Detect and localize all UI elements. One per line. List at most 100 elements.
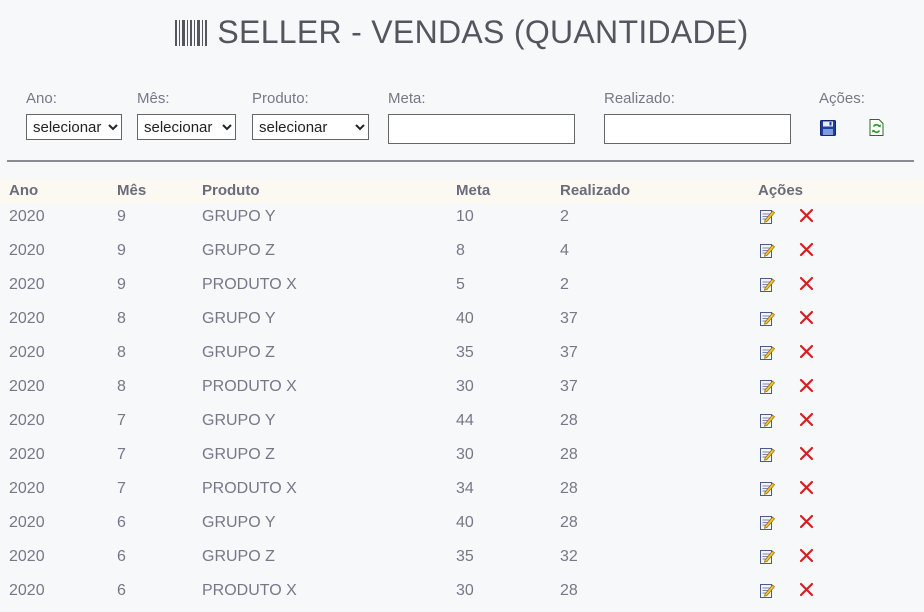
cell-realizado: 28	[560, 412, 578, 429]
cell-meta: 5	[456, 276, 465, 293]
cell-produto: PRODUTO X	[202, 582, 297, 599]
cell-realizado: 37	[560, 310, 578, 327]
cell-ano: 2020	[9, 242, 45, 259]
cell-mes: 6	[117, 548, 126, 565]
delete-icon[interactable]	[799, 548, 814, 568]
delete-icon[interactable]	[799, 310, 814, 330]
refresh-icon[interactable]	[869, 119, 884, 141]
barcode-icon	[175, 17, 208, 54]
table-row: 2020 8 GRUPO Y 40 37	[0, 306, 924, 340]
column-header-meta: Meta	[456, 182, 491, 199]
cell-realizado: 32	[560, 548, 578, 565]
table-header: Ano Mês Produto Meta Realizado Ações	[0, 178, 924, 204]
cell-produto: GRUPO Z	[202, 446, 275, 463]
table-body: 2020 9 GRUPO Y 10 2 2020 9 GRUPO Z 8 4 2…	[0, 204, 924, 612]
table-row: 2020 7 PRODUTO X 34 28	[0, 476, 924, 510]
cell-meta: 44	[456, 412, 474, 429]
edit-icon[interactable]	[759, 582, 775, 603]
edit-icon[interactable]	[759, 446, 775, 467]
edit-icon[interactable]	[759, 514, 775, 535]
cell-mes: 8	[117, 378, 126, 395]
cell-produto: GRUPO Y	[202, 310, 276, 327]
table-row: 2020 7 GRUPO Y 44 28	[0, 408, 924, 442]
cell-mes: 7	[117, 412, 126, 429]
column-header-produto: Produto	[202, 182, 260, 199]
cell-realizado: 28	[560, 514, 578, 531]
delete-icon[interactable]	[799, 242, 814, 262]
cell-realizado: 37	[560, 378, 578, 395]
cell-produto: GRUPO Z	[202, 344, 275, 361]
delete-icon[interactable]	[799, 276, 814, 296]
filter-produto-label: Produto:	[252, 90, 309, 107]
meta-input[interactable]	[388, 114, 575, 144]
cell-realizado: 4	[560, 242, 569, 259]
ano-select[interactable]: selecionar	[26, 114, 122, 140]
edit-icon[interactable]	[759, 548, 775, 569]
edit-icon[interactable]	[759, 480, 775, 501]
cell-produto: PRODUTO X	[202, 378, 297, 395]
edit-icon[interactable]	[759, 378, 775, 399]
cell-realizado: 28	[560, 582, 578, 599]
divider	[7, 160, 914, 162]
cell-produto: GRUPO Z	[202, 548, 275, 565]
edit-icon[interactable]	[759, 344, 775, 365]
page-title: SELLER - VENDAS (QUANTIDADE)	[0, 14, 924, 54]
cell-meta: 8	[456, 242, 465, 259]
cell-ano: 2020	[9, 582, 45, 599]
edit-icon[interactable]	[759, 208, 775, 229]
table-row: 2020 6 GRUPO Y 40 28	[0, 510, 924, 544]
cell-realizado: 2	[560, 208, 569, 225]
page-title-text: SELLER - VENDAS (QUANTIDADE)	[217, 14, 749, 50]
cell-realizado: 28	[560, 480, 578, 497]
delete-icon[interactable]	[799, 480, 814, 500]
filter-ano: Ano: selecionar	[26, 90, 122, 140]
cell-ano: 2020	[9, 344, 45, 361]
delete-icon[interactable]	[799, 378, 814, 398]
cell-realizado: 2	[560, 276, 569, 293]
cell-ano: 2020	[9, 412, 45, 429]
delete-icon[interactable]	[799, 344, 814, 364]
filter-acoes-label: Ações:	[819, 90, 865, 107]
delete-icon[interactable]	[799, 208, 814, 228]
filter-acoes: Ações:	[819, 90, 899, 136]
filter-produto: Produto: selecionar	[252, 90, 369, 140]
cell-ano: 2020	[9, 446, 45, 463]
delete-icon[interactable]	[799, 446, 814, 466]
cell-meta: 35	[456, 344, 474, 361]
edit-icon[interactable]	[759, 412, 775, 433]
cell-produto: GRUPO Y	[202, 412, 276, 429]
delete-icon[interactable]	[799, 514, 814, 534]
edit-icon[interactable]	[759, 276, 775, 297]
column-header-realizado: Realizado	[560, 182, 631, 199]
realizado-input[interactable]	[604, 114, 791, 144]
column-header-ano: Ano	[9, 182, 39, 199]
cell-ano: 2020	[9, 276, 45, 293]
table-row: 2020 8 PRODUTO X 30 37	[0, 374, 924, 408]
filter-realizado: Realizado:	[604, 90, 791, 144]
table-row: 2020 7 GRUPO Z 30 28	[0, 442, 924, 476]
cell-ano: 2020	[9, 378, 45, 395]
edit-icon[interactable]	[759, 242, 775, 263]
cell-mes: 6	[117, 582, 126, 599]
cell-mes: 7	[117, 446, 126, 463]
table-row: 2020 9 GRUPO Z 8 4	[0, 238, 924, 272]
cell-meta: 30	[456, 582, 474, 599]
filter-realizado-label: Realizado:	[604, 90, 675, 107]
edit-icon[interactable]	[759, 310, 775, 331]
save-icon[interactable]	[820, 120, 836, 141]
cell-mes: 8	[117, 344, 126, 361]
cell-produto: PRODUTO X	[202, 276, 297, 293]
filter-mes-label: Mês:	[137, 90, 170, 107]
produto-select[interactable]: selecionar	[252, 114, 369, 140]
cell-produto: GRUPO Y	[202, 514, 276, 531]
cell-ano: 2020	[9, 208, 45, 225]
delete-icon[interactable]	[799, 412, 814, 432]
mes-select[interactable]: selecionar	[137, 114, 236, 140]
cell-ano: 2020	[9, 548, 45, 565]
delete-icon[interactable]	[799, 582, 814, 602]
table-row: 2020 8 GRUPO Z 35 37	[0, 340, 924, 374]
cell-mes: 7	[117, 480, 126, 497]
filter-bar: Ano: selecionar Mês: selecionar Produto:…	[0, 90, 924, 150]
cell-mes: 9	[117, 242, 126, 259]
table-row: 2020 9 GRUPO Y 10 2	[0, 204, 924, 238]
